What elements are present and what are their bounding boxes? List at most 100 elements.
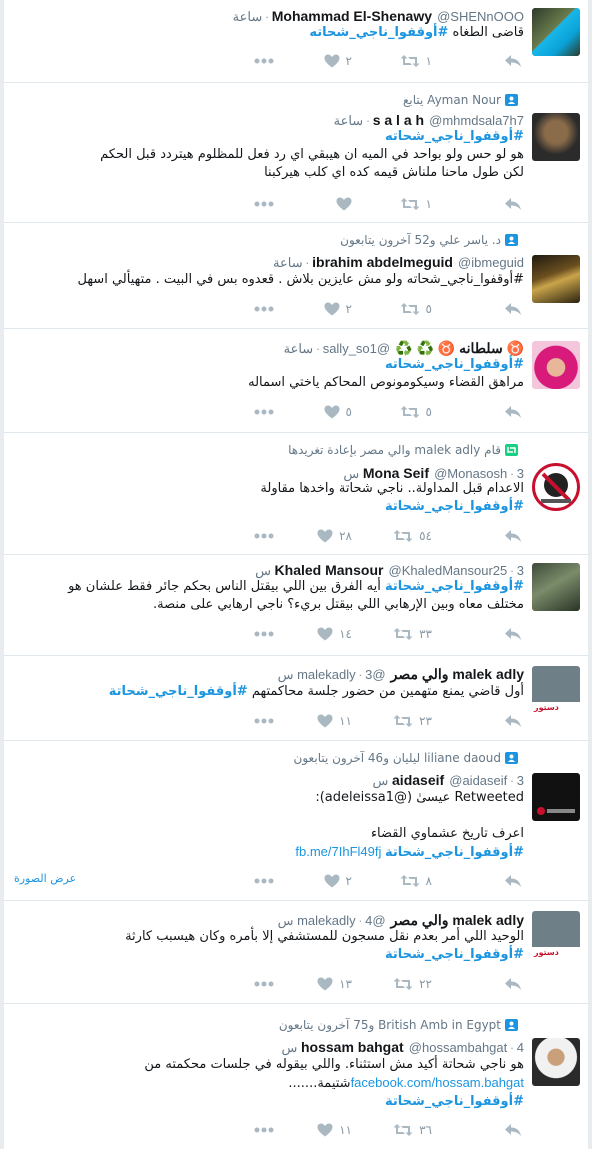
like-button[interactable]: ٢٨ xyxy=(317,527,352,545)
like-button[interactable]: ٥ xyxy=(324,403,352,421)
hashtag[interactable]: #أوقفوا_ناجي_شحاتة xyxy=(385,845,524,860)
retweet-button[interactable]: ٣٣ xyxy=(393,625,432,643)
author-name[interactable]: hossam bahgat xyxy=(301,1039,404,1055)
more-button[interactable] xyxy=(254,527,274,545)
tweet-link[interactable]: facebook.com/hossam.bahgat xyxy=(351,1075,524,1090)
more-button[interactable] xyxy=(254,975,274,993)
retweet-button[interactable]: ٣٦ xyxy=(393,1121,432,1139)
tweet[interactable]: د. ياسر علي و52 آخرون يتابعون ibrahim ab… xyxy=(4,223,588,329)
hashtag[interactable]: #أوقفوا_ناجي_شحاته xyxy=(24,356,524,374)
timestamp[interactable]: ساعة xyxy=(284,341,314,356)
reply-button[interactable] xyxy=(504,527,522,545)
tweet-link[interactable]: fb.me/7IhFl49fj xyxy=(295,844,385,859)
view-photo-link[interactable]: عرض الصورة xyxy=(14,872,76,885)
more-button[interactable] xyxy=(254,872,274,890)
social-context-text[interactable]: Ayman Nour يتابع xyxy=(403,93,501,107)
reply-button[interactable] xyxy=(504,52,522,70)
like-button[interactable]: ٢ xyxy=(324,52,352,70)
tweet[interactable]: دستور malek adly والي مصر @malekadly·4 س… xyxy=(4,901,588,1004)
reply-button[interactable] xyxy=(504,872,522,890)
reply-button[interactable] xyxy=(504,300,522,318)
timestamp[interactable]: ساعة xyxy=(233,9,263,24)
avatar[interactable] xyxy=(532,255,580,303)
author-handle[interactable]: @sally_so1 xyxy=(323,341,390,356)
author-name[interactable]: s a l a h xyxy=(373,112,424,128)
tweet[interactable]: Ayman Nour يتابع s a l a h @mhmdsala7h7·… xyxy=(4,83,588,223)
author-name[interactable]: ♉ سلطانه ♉ ♻️ ♻️ xyxy=(395,340,524,356)
social-context-text[interactable]: قام malek adly والي مصر بإعادة تغريدها xyxy=(288,443,501,457)
author-name[interactable]: Mona Seif xyxy=(363,465,429,481)
retweet-button[interactable]: ١ xyxy=(400,52,432,70)
author-handle[interactable]: @hossambahgat xyxy=(409,1040,507,1055)
like-button[interactable]: ١٣ xyxy=(317,975,352,993)
reply-button[interactable] xyxy=(504,625,522,643)
author-name[interactable]: malek adly والي مصر xyxy=(391,666,524,682)
reply-button[interactable] xyxy=(504,403,522,421)
avatar[interactable] xyxy=(532,773,580,821)
avatar[interactable] xyxy=(532,341,580,389)
social-context-text[interactable]: British Amb in Egypt و75 آخرون يتابعون xyxy=(279,1018,501,1032)
reply-button[interactable] xyxy=(504,975,522,993)
tweet[interactable]: قام malek adly والي مصر بإعادة تغريدها M… xyxy=(4,433,588,555)
author-handle[interactable]: @Monasosh xyxy=(434,466,507,481)
retweet-button[interactable]: ٥٤ xyxy=(393,527,432,545)
reply-button[interactable] xyxy=(504,195,522,213)
more-button[interactable] xyxy=(254,52,274,70)
reply-button[interactable] xyxy=(504,1121,522,1139)
author-handle[interactable]: @ibmeguid xyxy=(458,255,524,270)
hashtag[interactable]: #أوقفوا_ناجي_شحاته xyxy=(309,25,448,40)
avatar[interactable]: دستور xyxy=(532,911,580,959)
tweet[interactable]: Mohammad El-Shenawy @SHENnOOO·ساعة قاضى … xyxy=(4,0,588,83)
more-button[interactable] xyxy=(254,195,274,213)
like-button[interactable]: ٢ xyxy=(324,872,352,890)
author-name[interactable]: Khaled Mansour xyxy=(275,562,384,578)
more-button[interactable] xyxy=(254,403,274,421)
author-handle[interactable]: @malekadly xyxy=(297,667,385,682)
author-name[interactable]: Mohammad El-Shenawy xyxy=(272,8,432,24)
tweet[interactable]: Khaled Mansour @KhaledMansour25·3 س #أوق… xyxy=(4,555,588,656)
author-handle[interactable]: @KhaledMansour25 xyxy=(389,563,508,578)
author-handle[interactable]: @SHENnOOO xyxy=(437,9,524,24)
hashtag[interactable]: #أوقفوا_ناجي_شحاتة xyxy=(24,498,524,516)
retweet-button[interactable]: ٢٢ xyxy=(393,975,432,993)
hashtag[interactable]: #أوقفوا_ناجي_شحاتة xyxy=(109,684,248,699)
hashtag[interactable]: #أوقفوا_ناجي_شحاتة xyxy=(24,946,524,964)
hashtag[interactable]: #أوقفوا_ناجي_شحاتة xyxy=(385,579,524,594)
hashtag[interactable]: #أوقفوا_ناجي_شحاتة xyxy=(24,1093,524,1111)
tweet[interactable]: liliane daoud ليليان و46 آخرون يتابعون a… xyxy=(4,741,588,901)
timestamp[interactable]: ساعة xyxy=(334,113,364,128)
author-name[interactable]: ibrahim abdelmeguid xyxy=(312,254,453,270)
like-button[interactable]: ١١ xyxy=(317,1121,352,1139)
retweet-button[interactable]: ٢٣ xyxy=(393,712,432,730)
social-context-text[interactable]: د. ياسر علي و52 آخرون يتابعون xyxy=(340,233,501,247)
retweet-button[interactable]: ١ xyxy=(400,195,432,213)
like-button[interactable]: ١٤ xyxy=(317,625,352,643)
author-name[interactable]: aidaseif xyxy=(392,772,444,788)
avatar[interactable] xyxy=(532,1038,580,1086)
like-button[interactable]: ٢ xyxy=(324,300,352,318)
more-button[interactable] xyxy=(254,1121,274,1139)
avatar[interactable] xyxy=(532,463,580,511)
author-handle[interactable]: @aidaseif xyxy=(449,773,507,788)
avatar[interactable]: دستور xyxy=(532,666,580,714)
retweet-button[interactable]: ٥ xyxy=(400,300,432,318)
more-button[interactable] xyxy=(254,625,274,643)
author-handle[interactable]: @malekadly xyxy=(297,913,385,928)
tweet[interactable]: ♉ سلطانه ♉ ♻️ ♻️ @sally_so1·ساعة #أوقفوا… xyxy=(4,329,588,433)
avatar[interactable] xyxy=(532,563,580,611)
avatar[interactable] xyxy=(532,113,580,161)
hashtag[interactable]: #أوقفوا_ناجي_شحاته xyxy=(24,128,524,146)
tweet[interactable]: British Amb in Egypt و75 آخرون يتابعون h… xyxy=(4,1004,588,1149)
more-button[interactable] xyxy=(254,712,274,730)
timestamp[interactable]: ساعة xyxy=(273,255,303,270)
social-context-text[interactable]: liliane daoud ليليان و46 آخرون يتابعون xyxy=(294,751,501,765)
author-name[interactable]: malek adly والي مصر xyxy=(391,912,524,928)
like-button[interactable] xyxy=(336,195,352,213)
more-button[interactable] xyxy=(254,300,274,318)
tweet[interactable]: دستور malek adly والي مصر @malekadly·3 س… xyxy=(4,656,588,741)
reply-button[interactable] xyxy=(504,712,522,730)
like-button[interactable]: ١١ xyxy=(317,712,352,730)
retweet-button[interactable]: ٥ xyxy=(400,403,432,421)
retweet-button[interactable]: ٨ xyxy=(400,872,432,890)
author-handle[interactable]: @mhmdsala7h7 xyxy=(429,113,524,128)
